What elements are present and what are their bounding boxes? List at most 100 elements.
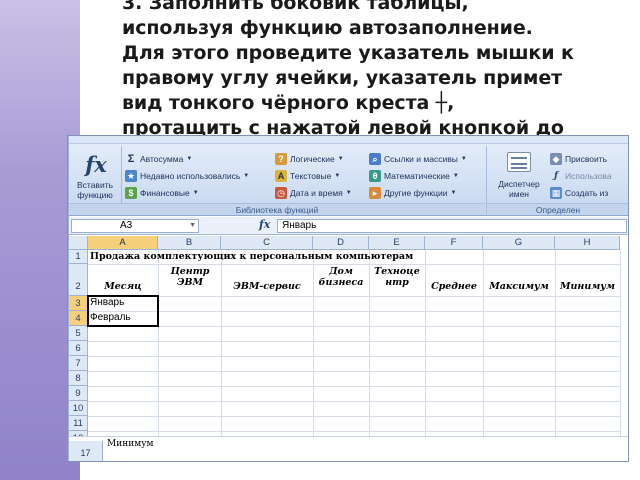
row-header-7[interactable]: 7 [69,356,88,371]
group-label-defined-names: Определен [487,203,628,215]
use-in-formula-button[interactable]: ƒ Использова [550,170,612,182]
lookup-label: Ссылки и массивы [384,154,458,164]
formula-bar: A3 ▼ fx Январь [69,217,628,235]
sheet-title-cell[interactable]: Продажа комплектующих к персональным ком… [90,251,413,262]
ribbon: fx Вставить функцию Σ Автосумма ▼ ★ Неда… [69,136,628,216]
chevron-down-icon: ▼ [337,156,344,162]
header-cell-maximum[interactable]: Максимум [483,281,555,292]
row-header-1[interactable]: 1 [69,250,88,264]
grid-line [88,296,620,297]
header-cell-center-evm[interactable]: Центр ЭВМ [167,266,213,288]
chevron-down-icon: ▼ [452,173,459,179]
datetime-label: Дата и время [290,188,343,198]
other-functions-button[interactable]: ▸ Другие функции ▼ [369,187,456,199]
group-label-function-library: Библиотека функций [69,203,485,215]
select-all-corner[interactable] [69,236,88,250]
row-header-9[interactable]: 9 [69,386,88,401]
text-book-icon: A [275,170,287,182]
row-header-10[interactable]: 10 [69,401,88,416]
header-cell-business-house[interactable]: Дом бизнеса [317,266,365,288]
grid-line [620,250,621,446]
name-manager-label: Диспетчер имен [498,179,540,199]
chevron-down-icon: ▼ [334,173,341,179]
slide-instruction-text: 3. Заполнить боковик таблицы, используя … [122,0,636,141]
column-header-g[interactable]: G [483,236,555,250]
header-cell-evm-service[interactable]: ЭВМ-сервис [221,281,313,292]
header-cell-technocenter[interactable]: Техноце нтр [371,266,423,288]
insert-function-label: Вставить функцию [76,180,114,200]
grid-line [88,431,620,432]
row-header-4[interactable]: 4 [69,311,88,326]
instruction-line: используя функцию автозаполнение. [122,17,533,39]
column-header-e[interactable]: E [369,236,425,250]
row-header-6[interactable]: 6 [69,341,88,356]
autosum-button[interactable]: Σ Автосумма ▼ [125,153,193,165]
row-header-2[interactable]: 2 [69,264,88,296]
insert-function-icon: fx [85,152,107,177]
autosum-label: Автосумма [140,154,184,164]
header-cell-minimum[interactable]: Минимум [555,281,620,292]
row-header-3[interactable]: 3 [69,296,88,311]
financial-button[interactable]: $ Финансовые ▼ [125,187,199,199]
create-from-selection-button[interactable]: ▦ Создать из [550,187,608,199]
recent-label: Недавно использовались [140,171,241,181]
grid-line [88,371,620,372]
financial-label: Финансовые [140,188,190,198]
chevron-down-icon: ▼ [345,190,352,196]
column-header-a[interactable]: A [88,236,158,250]
instruction-line: Для этого проведите указатель мышки к [122,42,574,64]
sigma-icon: Σ [127,153,135,165]
fx-icon: ƒ [554,171,558,181]
assign-name-button[interactable]: ◆ Присвоить [550,153,607,165]
logical-button[interactable]: ? Логические ▼ [275,153,344,165]
header-cell-month[interactable]: Месяц [88,281,158,292]
text-label: Текстовые [290,171,332,181]
grid-line [88,264,620,265]
chevron-down-icon: ▼ [186,156,193,162]
column-header-h[interactable]: H [555,236,620,250]
math-label: Математические [384,171,450,181]
chevron-down-icon: ▼ [192,190,199,196]
grid-line [88,386,620,387]
assign-name-label: Присвоить [565,154,608,164]
create-grid-icon: ▦ [550,187,562,199]
name-box-value: A3 [120,220,133,231]
tag-icon: ◆ [550,153,562,165]
instruction-line: правому углу ячейки, указатель примет [122,67,563,89]
grid-line [88,326,620,327]
overflow-row: 17 Минимум [69,436,628,461]
grid-line [88,341,620,342]
name-manager-icon [507,152,531,172]
text-button[interactable]: A Текстовые ▼ [275,170,340,182]
column-header-c[interactable]: C [221,236,313,250]
chevron-down-icon: ▼ [450,190,457,196]
lookup-book-icon: ⌕ [369,153,381,165]
math-button[interactable]: θ Математические ▼ [369,170,459,182]
chevron-down-icon[interactable]: ▼ [189,220,196,232]
column-header-b[interactable]: B [158,236,221,250]
more-book-icon: ▸ [369,187,381,199]
row-header-5[interactable]: 5 [69,326,88,341]
cell-minimum-label[interactable]: Минимум [107,439,154,449]
datetime-button[interactable]: ◷ Дата и время ▼ [275,187,352,199]
column-header-d[interactable]: D [313,236,369,250]
fx-icon[interactable]: fx [259,218,270,231]
header-cell-average[interactable]: Среднее [425,281,483,292]
grid-line [88,401,620,402]
row-header-8[interactable]: 8 [69,371,88,386]
chevron-down-icon: ▼ [243,173,250,179]
use-in-formula-label: Использова [565,171,612,181]
instruction-line: вид тонкого чёрного креста ┼, [122,92,455,114]
column-header-f[interactable]: F [425,236,483,250]
other-functions-label: Другие функции [384,188,448,198]
formula-input[interactable]: Январь [277,219,627,233]
spreadsheet-grid[interactable]: A B C D E F G H 1 2 3 4 5 6 7 8 9 10 11 … [69,236,628,461]
row-header-11[interactable]: 11 [69,416,88,431]
recent-button[interactable]: ★ Недавно использовались ▼ [125,170,249,182]
name-box[interactable]: A3 ▼ [71,219,199,233]
star-book-icon: ★ [125,170,137,182]
chevron-down-icon: ▼ [460,156,467,162]
active-selection-border [87,295,159,327]
lookup-button[interactable]: ⌕ Ссылки и массивы ▼ [369,153,467,165]
row-header-17[interactable]: 17 [69,441,103,461]
